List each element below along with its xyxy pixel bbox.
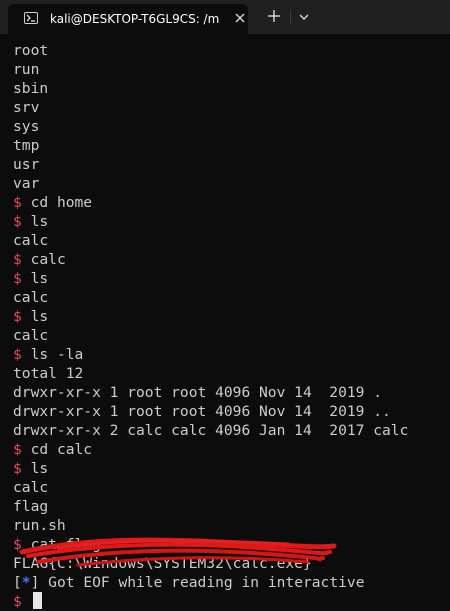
command-text: calc [30, 251, 66, 268]
terminal-line: $ ls -la [13, 345, 443, 364]
terminal-line: calc [13, 326, 443, 345]
output-text: root [13, 42, 49, 59]
terminal-line: $ ls [13, 212, 443, 231]
terminal-line: usr [13, 155, 443, 174]
close-tab-icon[interactable] [232, 10, 248, 26]
output-text: var [13, 175, 40, 192]
command-text: ls [30, 270, 49, 287]
terminal-line: srv [13, 98, 443, 117]
shell-prompt: $ [13, 251, 22, 268]
command-text: ls [30, 213, 49, 230]
info-marker: * [21, 574, 31, 591]
terminal-line: run [13, 60, 443, 79]
terminal-output[interactable]: root run sbin srv sys tmp usr var $ cd home $ ls c… [0, 34, 450, 611]
terminal-line: [*] Got EOF while reading in interactive [13, 574, 365, 591]
terminal-line: calc [13, 288, 443, 307]
shell-prompt: $ [13, 308, 22, 325]
terminal-icon [24, 12, 38, 24]
terminal-line: $ calc [13, 250, 443, 269]
terminal-line: drwxr-xr-x 1 root root 4096 Nov 14 2019 … [13, 402, 443, 421]
terminal-line: $ [13, 592, 443, 611]
shell-prompt: $ [13, 593, 22, 610]
terminal-tab[interactable]: kali@DESKTOP-T6GL9CS: /mn [8, 4, 248, 34]
shell-prompt: $ [13, 460, 22, 477]
output-text: sbin [13, 80, 49, 97]
output-text: total 12 [13, 365, 84, 382]
terminal-line: calc [13, 231, 443, 250]
terminal-line: calc [13, 478, 443, 497]
terminal-line: sbin [13, 79, 443, 98]
terminal-lines: root run sbin srv sys tmp usr var $ cd home $ ls c… [13, 41, 443, 611]
shell-prompt: $ [13, 441, 22, 458]
command-text: ls [30, 460, 49, 477]
terminal-line: $ cd calc [13, 440, 443, 459]
output-text: run [13, 61, 40, 78]
shell-prompt: $ [13, 536, 22, 553]
command-text: ls -la [30, 346, 84, 363]
output-text: FLAG{C:\Windows\SYSTEM32\calc.exe} [13, 555, 312, 572]
command-text: cat flag [30, 536, 101, 553]
output-text: run.sh [13, 517, 66, 534]
title-bar: kali@DESKTOP-T6GL9CS: /mn [0, 0, 450, 34]
output-text: calc [13, 479, 49, 496]
text-cursor [32, 592, 42, 609]
terminal-line: var [13, 174, 443, 193]
new-tab-icon[interactable] [266, 8, 282, 24]
output-text: Got EOF while reading in interactive [39, 574, 365, 591]
terminal-line: $ ls [13, 307, 443, 326]
output-text: sys [13, 118, 40, 135]
terminal-line: $ cd home [13, 193, 443, 212]
command-text: cd home [30, 194, 93, 211]
output-text: drwxr-xr-x 1 root root 4096 Nov 14 2019 … [13, 384, 383, 401]
terminal-line: root [13, 41, 443, 60]
terminal-line: $ ls [13, 269, 443, 288]
terminal-line: $ ls [13, 459, 443, 478]
terminal-line: total 12 [13, 364, 443, 383]
output-text: usr [13, 156, 40, 173]
output-text: calc [13, 289, 49, 306]
shell-prompt: $ [13, 194, 22, 211]
chevron-down-icon[interactable] [296, 9, 312, 25]
terminal-line: run.sh [13, 516, 443, 535]
terminal-line: $ cat flag [13, 535, 443, 554]
output-text: tmp [13, 137, 40, 154]
terminal-line: FLAG{C:\Windows\SYSTEM32\calc.exe} [13, 554, 443, 573]
shell-prompt: $ [13, 213, 22, 230]
output-text: drwxr-xr-x 2 calc calc 4096 Jan 14 2017 … [13, 422, 409, 439]
terminal-line: tmp [13, 136, 443, 155]
command-text: cd calc [30, 441, 93, 458]
output-text: srv [13, 99, 40, 116]
output-text: drwxr-xr-x 1 root root 4096 Nov 14 2019 … [13, 403, 391, 420]
tab-separator [290, 10, 291, 24]
terminal-line: sys [13, 117, 443, 136]
tab-title: kali@DESKTOP-T6GL9CS: /mn [50, 12, 220, 26]
terminal-line: drwxr-xr-x 2 calc calc 4096 Jan 14 2017 … [13, 421, 443, 440]
terminal-line: flag [13, 497, 443, 516]
output-text: calc [13, 327, 49, 344]
shell-prompt: $ [13, 346, 22, 363]
output-text: calc [13, 232, 49, 249]
output-text: flag [13, 498, 49, 515]
shell-prompt: $ [13, 270, 22, 287]
terminal-line: drwxr-xr-x 1 root root 4096 Nov 14 2019 … [13, 383, 443, 402]
command-text: ls [30, 308, 49, 325]
